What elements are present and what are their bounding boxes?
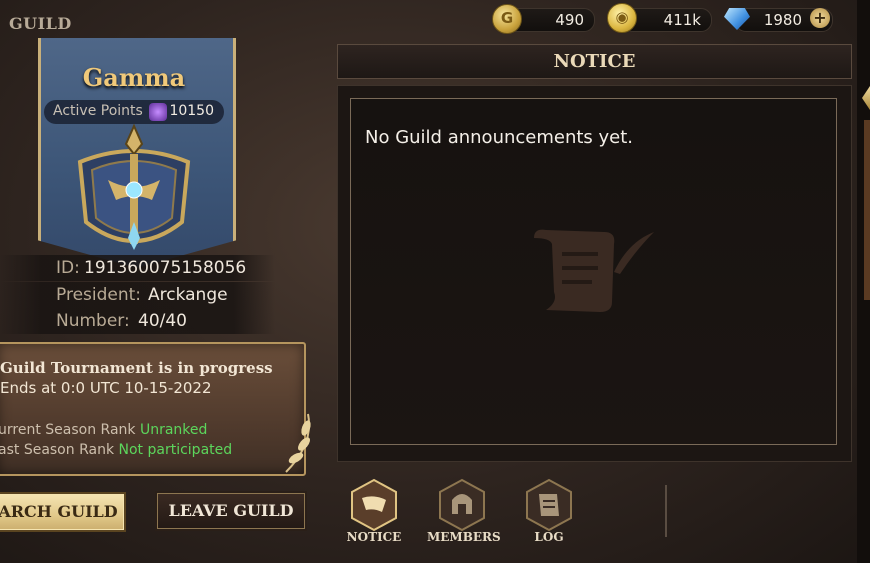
tab-notice-label: NOTICE — [346, 530, 402, 544]
tab-log-label: LOG — [534, 530, 564, 544]
notice-text: No Guild announcements yet. — [365, 127, 634, 148]
active-points-icon — [149, 103, 167, 121]
tab-log[interactable]: LOG — [514, 478, 584, 544]
guild-number-row: Number: 40/40 — [0, 308, 275, 334]
active-points-label: Active Points — [53, 103, 143, 119]
scroll-icon — [526, 478, 572, 532]
diamond-amount: 1980 — [763, 11, 802, 29]
tab-members[interactable]: MEMBERS — [427, 478, 501, 544]
current-season-rank-label: urrent Season Rank — [0, 422, 136, 438]
laurel-icon — [285, 413, 311, 473]
active-points-value: 10150 — [169, 103, 214, 119]
tab-members-label: MEMBERS — [427, 530, 501, 544]
tab-notice[interactable]: NOTICE — [339, 478, 409, 544]
guild-id-row: ID: 191360075158056 — [0, 255, 275, 281]
tab-divider — [665, 485, 667, 537]
member-count-value: 40/40 — [138, 311, 187, 331]
guild-president-row: President: Arckange — [0, 282, 275, 308]
search-guild-button[interactable]: ARCH GUILD — [0, 494, 124, 530]
tournament-end-time: Ends at 0:0 UTC 10-15-2022 — [0, 379, 212, 397]
current-season-rank: urrent Season Rank Unranked — [0, 422, 207, 438]
add-diamond-button[interactable]: + — [810, 8, 830, 28]
page-title: GUILD — [9, 14, 72, 33]
guild-emblem-icon — [77, 123, 191, 250]
member-count-label: Number: — [56, 311, 130, 331]
guild-id-label: ID: — [56, 258, 80, 278]
guild-name: Gamma — [82, 63, 186, 92]
gold-coin-amount: 490 — [555, 11, 584, 29]
scroll-quill-icon — [534, 229, 654, 312]
guild-id-value: 191360075158056 — [84, 258, 247, 278]
last-season-rank-value: Not participated — [118, 442, 233, 458]
gold-coin-icon: G — [492, 4, 522, 34]
president-name: Arckange — [148, 285, 228, 305]
guild-tournament-panel[interactable]: Guild Tournament is in progress Ends at … — [0, 342, 306, 476]
notice-header: NOTICE — [337, 44, 852, 79]
yellow-coin-icon: ◉ — [607, 3, 637, 33]
yellow-coin-amount: 411k — [663, 11, 701, 29]
active-points-badge: Active Points 10150 — [44, 100, 224, 124]
horn-icon — [351, 478, 397, 532]
tournament-title: Guild Tournament is in progress — [0, 359, 273, 377]
side-scrollbar[interactable] — [864, 120, 870, 300]
leave-guild-button[interactable]: LEAVE GUILD — [157, 493, 305, 529]
current-season-rank-value: Unranked — [139, 422, 208, 438]
last-season-rank: ast Season Rank Not participated — [0, 442, 232, 458]
helmet-icon — [439, 478, 485, 532]
president-label: President: — [56, 285, 142, 305]
last-season-rank-label: ast Season Rank — [0, 442, 115, 458]
